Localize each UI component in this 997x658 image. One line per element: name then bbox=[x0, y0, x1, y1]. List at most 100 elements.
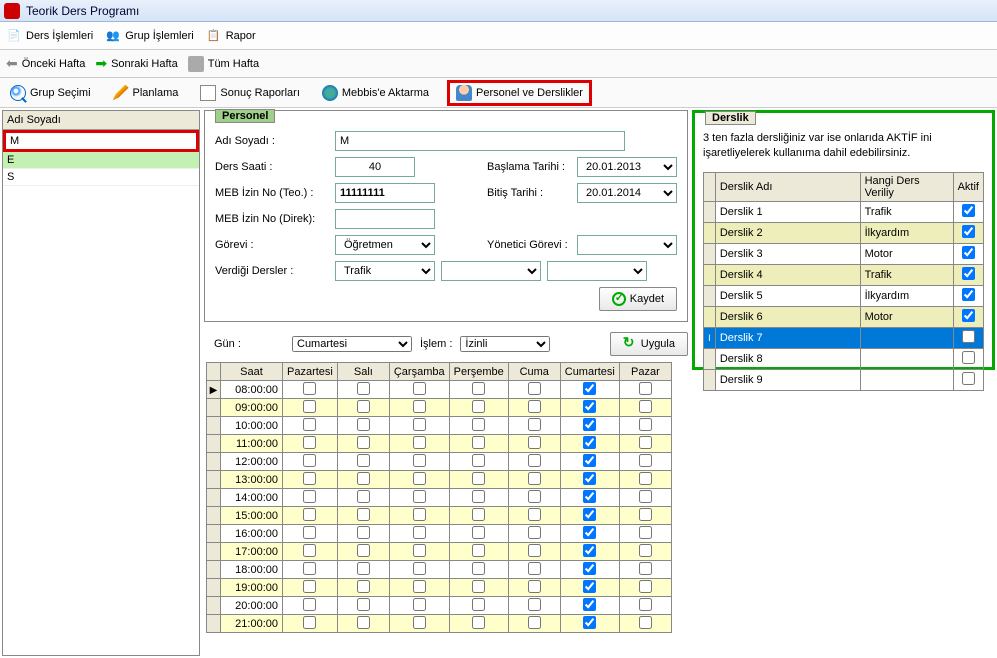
classroom-aktif-checkbox[interactable] bbox=[962, 288, 975, 301]
schedule-checkbox[interactable] bbox=[528, 400, 541, 413]
schedule-checkbox[interactable] bbox=[413, 598, 426, 611]
person-row[interactable]: S bbox=[3, 169, 199, 186]
select-ders-1[interactable]: Trafik bbox=[335, 261, 435, 281]
classroom-ders[interactable]: İlkyardım bbox=[860, 285, 953, 306]
schedule-checkbox[interactable] bbox=[303, 382, 316, 395]
select-bitis-tarihi[interactable]: 20.01.2014 bbox=[577, 183, 677, 203]
schedule-checkbox[interactable] bbox=[303, 400, 316, 413]
select-gorev[interactable]: Öğretmen bbox=[335, 235, 435, 255]
next-week-button[interactable]: ➡ Sonraki Hafta bbox=[95, 55, 177, 72]
select-ders-3[interactable] bbox=[547, 261, 647, 281]
schedule-checkbox[interactable] bbox=[357, 400, 370, 413]
schedule-checkbox[interactable] bbox=[472, 472, 485, 485]
schedule-checkbox[interactable] bbox=[639, 508, 652, 521]
classroom-aktif-checkbox[interactable] bbox=[962, 351, 975, 364]
schedule-checkbox[interactable] bbox=[583, 616, 596, 629]
schedule-checkbox[interactable] bbox=[413, 616, 426, 629]
schedule-checkbox[interactable] bbox=[413, 580, 426, 593]
classroom-aktif-checkbox[interactable] bbox=[962, 309, 975, 322]
classroom-name[interactable]: Derslik 4 bbox=[715, 264, 860, 285]
schedule-checkbox[interactable] bbox=[413, 544, 426, 557]
schedule-checkbox[interactable] bbox=[413, 490, 426, 503]
th-aktif[interactable]: Aktif bbox=[953, 172, 983, 201]
schedule-checkbox[interactable] bbox=[303, 580, 316, 593]
classroom-name[interactable]: Derslik 2 bbox=[715, 222, 860, 243]
classroom-name[interactable]: Derslik 5 bbox=[715, 285, 860, 306]
schedule-checkbox[interactable] bbox=[303, 472, 316, 485]
all-week-button[interactable]: Tüm Hafta bbox=[188, 56, 259, 72]
schedule-checkbox[interactable] bbox=[357, 526, 370, 539]
schedule-header[interactable]: Perşembe bbox=[449, 363, 508, 381]
classroom-ders[interactable] bbox=[860, 369, 953, 390]
person-row[interactable]: M bbox=[3, 130, 199, 152]
schedule-checkbox[interactable] bbox=[472, 562, 485, 575]
select-islem[interactable]: İzinli bbox=[460, 336, 550, 352]
sonuc-raporlari-button[interactable]: Sonuç Raporları bbox=[196, 83, 304, 103]
schedule-checkbox[interactable] bbox=[357, 580, 370, 593]
schedule-checkbox[interactable] bbox=[413, 454, 426, 467]
schedule-checkbox[interactable] bbox=[472, 400, 485, 413]
schedule-checkbox[interactable] bbox=[413, 418, 426, 431]
schedule-checkbox[interactable] bbox=[357, 508, 370, 521]
schedule-checkbox[interactable] bbox=[639, 454, 652, 467]
schedule-checkbox[interactable] bbox=[639, 472, 652, 485]
select-gun[interactable]: Cumartesi bbox=[292, 336, 412, 352]
classroom-aktif-checkbox[interactable] bbox=[962, 372, 975, 385]
schedule-checkbox[interactable] bbox=[472, 490, 485, 503]
classroom-name[interactable]: Derslik 9 bbox=[715, 369, 860, 390]
menu-rapor[interactable]: 📋 Rapor bbox=[206, 28, 256, 44]
schedule-checkbox[interactable] bbox=[528, 544, 541, 557]
schedule-checkbox[interactable] bbox=[583, 472, 596, 485]
classroom-ders[interactable]: Motor bbox=[860, 243, 953, 264]
schedule-checkbox[interactable] bbox=[583, 562, 596, 575]
schedule-checkbox[interactable] bbox=[472, 382, 485, 395]
schedule-checkbox[interactable] bbox=[583, 580, 596, 593]
classroom-name[interactable]: Derslik 1 bbox=[715, 201, 860, 222]
prev-week-button[interactable]: ⬅ Önceki Hafta bbox=[6, 55, 85, 72]
schedule-checkbox[interactable] bbox=[528, 418, 541, 431]
schedule-checkbox[interactable] bbox=[528, 472, 541, 485]
schedule-checkbox[interactable] bbox=[639, 598, 652, 611]
classroom-aktif-checkbox[interactable] bbox=[962, 246, 975, 259]
select-baslama-tarihi[interactable]: 20.01.2013 bbox=[577, 157, 677, 177]
schedule-checkbox[interactable] bbox=[357, 490, 370, 503]
schedule-checkbox[interactable] bbox=[303, 562, 316, 575]
schedule-checkbox[interactable] bbox=[303, 454, 316, 467]
classroom-aktif-checkbox[interactable] bbox=[962, 204, 975, 217]
classroom-aktif-checkbox[interactable] bbox=[962, 330, 975, 343]
schedule-checkbox[interactable] bbox=[413, 526, 426, 539]
classroom-name[interactable]: Derslik 8 bbox=[715, 348, 860, 369]
kaydet-button[interactable]: Kaydet bbox=[599, 287, 677, 311]
schedule-checkbox[interactable] bbox=[472, 544, 485, 557]
schedule-checkbox[interactable] bbox=[583, 544, 596, 557]
schedule-checkbox[interactable] bbox=[413, 382, 426, 395]
schedule-checkbox[interactable] bbox=[583, 382, 596, 395]
schedule-checkbox[interactable] bbox=[472, 598, 485, 611]
classroom-ders[interactable]: Motor bbox=[860, 306, 953, 327]
schedule-checkbox[interactable] bbox=[528, 436, 541, 449]
menu-ders-islemleri[interactable]: 📄 Ders İşlemleri bbox=[6, 28, 93, 44]
schedule-checkbox[interactable] bbox=[413, 562, 426, 575]
th-derslik-adi[interactable]: Derslik Adı bbox=[715, 172, 860, 201]
schedule-checkbox[interactable] bbox=[472, 526, 485, 539]
uygula-button[interactable]: Uygula bbox=[610, 332, 688, 356]
schedule-checkbox[interactable] bbox=[639, 490, 652, 503]
schedule-checkbox[interactable] bbox=[583, 436, 596, 449]
mebbis-aktarma-button[interactable]: Mebbis'e Aktarma bbox=[318, 83, 433, 103]
schedule-checkbox[interactable] bbox=[528, 616, 541, 629]
schedule-checkbox[interactable] bbox=[303, 490, 316, 503]
classroom-ders[interactable] bbox=[860, 348, 953, 369]
schedule-checkbox[interactable] bbox=[528, 490, 541, 503]
classroom-aktif-checkbox[interactable] bbox=[962, 225, 975, 238]
schedule-checkbox[interactable] bbox=[357, 382, 370, 395]
schedule-header[interactable]: Pazar bbox=[619, 363, 671, 381]
classroom-ders[interactable]: İlkyardım bbox=[860, 222, 953, 243]
schedule-checkbox[interactable] bbox=[413, 508, 426, 521]
schedule-checkbox[interactable] bbox=[639, 616, 652, 629]
schedule-checkbox[interactable] bbox=[357, 472, 370, 485]
schedule-checkbox[interactable] bbox=[528, 454, 541, 467]
schedule-checkbox[interactable] bbox=[583, 418, 596, 431]
classroom-aktif-checkbox[interactable] bbox=[962, 267, 975, 280]
schedule-checkbox[interactable] bbox=[583, 400, 596, 413]
schedule-checkbox[interactable] bbox=[583, 454, 596, 467]
